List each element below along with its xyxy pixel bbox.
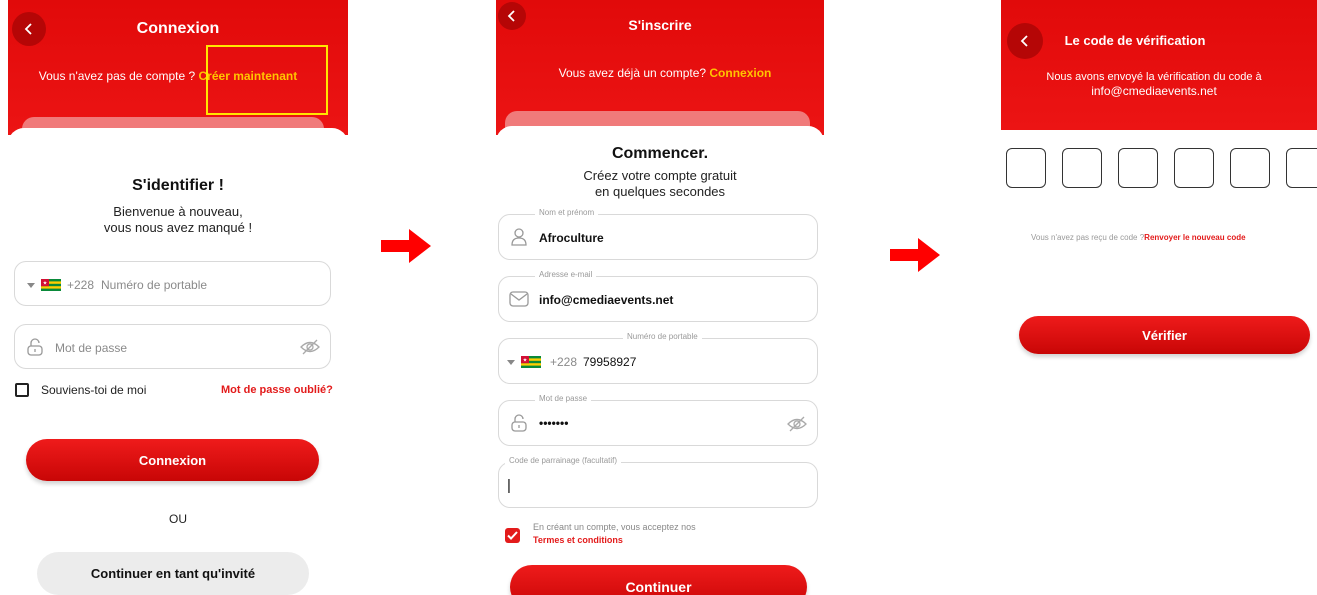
signup-screen: S'inscrire Vous avez déjà un compte? Con… bbox=[496, 0, 824, 595]
terms-link[interactable]: Termes et conditions bbox=[533, 535, 623, 545]
referral-label: Code de parrainage (facultatif) bbox=[505, 456, 622, 465]
arrow-right-icon bbox=[890, 238, 940, 272]
verify-button[interactable]: Vérifier bbox=[1019, 316, 1310, 354]
resend-row: Vous n'avez pas reçu de code ?Renvoyer l… bbox=[1031, 233, 1246, 242]
verify-header-title: Le code de vérification bbox=[1064, 33, 1206, 48]
welcome-line-1: Bienvenue à nouveau, bbox=[113, 204, 243, 219]
email-value: info@cmediaevents.net bbox=[539, 293, 674, 307]
signup-header: S'inscrire Vous avez déjà un compte? Con… bbox=[496, 0, 824, 135]
login-heading: S'identifier ! bbox=[132, 177, 224, 194]
forgot-password-link[interactable]: Mot de passe oublié? bbox=[221, 384, 333, 396]
country-code: +228 bbox=[550, 355, 578, 369]
highlight-box bbox=[206, 45, 328, 115]
login-screen: Connexion Vous n'avez pas de compte ? Cr… bbox=[8, 0, 348, 595]
terms-text: En créant un compte, vous acceptez nos bbox=[533, 522, 696, 532]
signup-sub-line-2: en quelques secondes bbox=[594, 184, 726, 199]
otp-digit-4[interactable] bbox=[1174, 148, 1214, 188]
email-field[interactable]: Adresse e-mail info@cmediaevents.net bbox=[498, 270, 818, 322]
name-field[interactable]: Nom et prénom Afroculture bbox=[498, 208, 818, 260]
remember-checkbox[interactable] bbox=[15, 383, 29, 397]
check-icon bbox=[507, 531, 518, 540]
signup-sub-line-1: Créez votre compte gratuit bbox=[583, 168, 737, 183]
resend-code-link[interactable]: Renvoyer le nouveau code bbox=[1144, 233, 1245, 242]
have-account-row: Vous avez déjà un compte? Connexion bbox=[501, 66, 824, 80]
continue-button[interactable]: Continuer bbox=[510, 565, 807, 595]
mail-icon bbox=[509, 291, 529, 307]
lock-icon bbox=[27, 338, 43, 356]
referral-code-field[interactable]: Code de parrainage (facultatif) | bbox=[498, 456, 818, 508]
verify-header: Le code de vérification Nous avons envoy… bbox=[1001, 0, 1317, 130]
user-icon bbox=[511, 228, 527, 246]
phone-value: 79958927 bbox=[583, 355, 637, 369]
sent-line-1: Nous avons envoyé la vérification du cod… bbox=[1046, 71, 1262, 83]
otp-digit-3[interactable] bbox=[1118, 148, 1158, 188]
verification-screen: Le code de vérification Nous avons envoy… bbox=[1001, 0, 1317, 595]
eye-off-icon[interactable] bbox=[300, 339, 320, 355]
login-button[interactable]: Connexion bbox=[26, 439, 319, 481]
otp-digit-2[interactable] bbox=[1062, 148, 1102, 188]
password-label: Mot de passe bbox=[535, 394, 592, 403]
email-label: Adresse e-mail bbox=[535, 270, 597, 279]
terms-checkbox[interactable] bbox=[505, 528, 520, 543]
otp-digit-1[interactable] bbox=[1006, 148, 1046, 188]
sent-line-2: info@cmediaevents.net bbox=[1091, 84, 1217, 98]
svg-text:★: ★ bbox=[523, 357, 528, 363]
otp-digit-5[interactable] bbox=[1230, 148, 1270, 188]
eye-off-icon[interactable] bbox=[787, 416, 807, 432]
signup-heading: Commencer. bbox=[611, 145, 709, 162]
country-code: +228 bbox=[67, 278, 95, 292]
phone-field[interactable]: ★ +228 Numéro de portable bbox=[14, 261, 331, 306]
login-link[interactable]: Connexion bbox=[709, 66, 771, 80]
login-header-title: Connexion bbox=[136, 20, 220, 37]
country-dropdown-icon[interactable] bbox=[27, 283, 35, 288]
name-value: Afroculture bbox=[539, 231, 604, 245]
togo-flag-icon: ★ bbox=[41, 279, 61, 291]
password-field[interactable]: Mot de passe bbox=[14, 324, 331, 369]
or-divider-text: OU bbox=[169, 512, 187, 526]
password-placeholder: Mot de passe bbox=[55, 341, 128, 355]
guest-button[interactable]: Continuer en tant qu'invité bbox=[37, 552, 309, 595]
name-label: Nom et prénom bbox=[535, 208, 599, 217]
remember-label: Souviens-toi de moi bbox=[41, 383, 147, 397]
arrow-right-icon bbox=[381, 229, 431, 263]
phone-field[interactable]: Numéro de portable ★ +228 79958927 bbox=[498, 332, 818, 384]
svg-text:★: ★ bbox=[43, 280, 48, 286]
password-value: ••••••• bbox=[539, 416, 569, 430]
not-received-text: Vous n'avez pas reçu de code ? bbox=[1031, 233, 1145, 242]
country-dropdown-icon[interactable] bbox=[507, 360, 515, 365]
lock-icon bbox=[511, 414, 527, 432]
phone-label: Numéro de portable bbox=[623, 332, 702, 341]
otp-digit-6[interactable] bbox=[1286, 148, 1317, 188]
flow-stage: Connexion Vous n'avez pas de compte ? Cr… bbox=[0, 0, 1317, 595]
no-account-text: Vous n'avez pas de compte ? bbox=[38, 69, 196, 83]
password-field[interactable]: Mot de passe ••••••• bbox=[498, 394, 818, 446]
have-account-text: Vous avez déjà un compte? bbox=[558, 66, 707, 80]
phone-placeholder: Numéro de portable bbox=[101, 278, 208, 292]
text-cursor: | bbox=[507, 477, 511, 494]
signup-header-title: S'inscrire bbox=[628, 17, 692, 33]
welcome-line-2: vous nous avez manqué ! bbox=[103, 220, 253, 235]
togo-flag-icon: ★ bbox=[521, 356, 541, 368]
